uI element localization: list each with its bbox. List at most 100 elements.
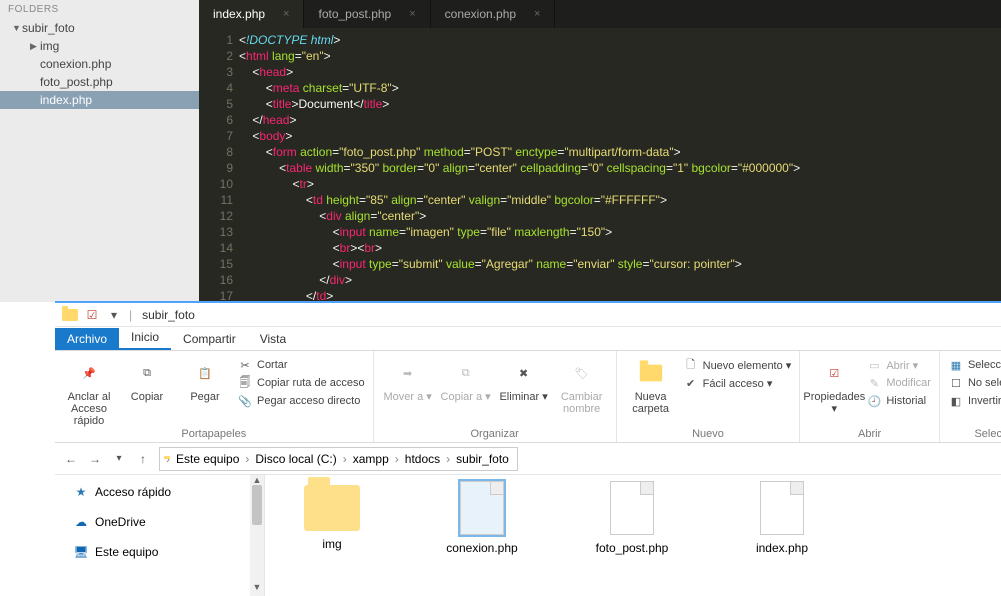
delete-button[interactable]: ✖Eliminar ▾ — [498, 355, 550, 403]
folder-icon — [635, 357, 667, 389]
tree-folder-img[interactable]: ▶ img — [0, 37, 199, 55]
tree-label: subir_foto — [22, 21, 75, 35]
breadcrumb[interactable]: › Este equipo› Disco local (C:)› xampp› … — [159, 447, 518, 471]
ribbon-group-portapapeles: 📌 Anclar al Acceso rápido ⧉ Copiar 📋 Peg… — [55, 351, 374, 442]
tab-fotopost[interactable]: foto_post.php × — [304, 0, 430, 28]
nav-este-equipo[interactable]: 🖥Este equipo — [55, 541, 264, 563]
sidebar-title: FOLDERS — [0, 0, 199, 19]
easy-access-button[interactable]: ✔Fácil acceso ▾ — [683, 375, 792, 391]
new-item-icon: 🗋 — [683, 357, 699, 373]
move-icon: ➡ — [392, 357, 424, 389]
open-icon: ▭ — [866, 357, 882, 373]
new-item-button[interactable]: 🗋Nuevo elemento ▾ — [683, 357, 792, 373]
tree-label: img — [40, 39, 59, 53]
ribbontab-archivo[interactable]: Archivo — [55, 328, 119, 350]
tree-file-fotopost[interactable]: foto_post.php — [0, 73, 199, 91]
file-item-index[interactable]: index.php — [737, 481, 827, 596]
tab-conexion[interactable]: conexion.php × — [431, 0, 556, 28]
copy-path-icon: 🗐 — [237, 375, 253, 391]
close-icon[interactable]: × — [534, 8, 540, 20]
copy-to-icon: ⧉ — [450, 357, 482, 389]
scissors-icon: ✂ — [237, 357, 253, 373]
properties-icon: ☑ — [818, 357, 850, 389]
select-none-icon: ☐ — [948, 375, 964, 391]
ribbon-group-abrir: ☑Propiedades ▾ ▭Abrir ▾ ✎Modificar 🕘Hist… — [800, 351, 940, 442]
paste-icon: 📋 — [189, 357, 221, 389]
tab-label: index.php — [213, 7, 265, 21]
editor-main: index.php × foto_post.php × conexion.php… — [199, 0, 1001, 302]
cloud-icon: ☁ — [73, 514, 89, 530]
tree-label: conexion.php — [40, 57, 111, 71]
crumb-este-equipo[interactable]: Este equipo — [172, 452, 243, 466]
file-explorer-window: ☑ ▾ | subir_foto Archivo Inicio Comparti… — [55, 302, 1001, 595]
ribbon-group-seleccionar: ▦Seleccionar todo ☐No seleccionar nin ◧I… — [940, 351, 1001, 442]
nav-onedrive[interactable]: ☁OneDrive — [55, 511, 264, 533]
edit-button[interactable]: ✎Modificar — [866, 375, 931, 391]
open-button[interactable]: ▭Abrir ▾ — [866, 357, 931, 373]
select-none-button[interactable]: ☐No seleccionar nin — [948, 375, 1001, 391]
tree-folder-root[interactable]: ▼ subir_foto — [0, 19, 199, 37]
pin-icon: 📌 — [73, 357, 105, 389]
copy-button[interactable]: ⧉ Copiar — [121, 355, 173, 403]
history-button[interactable]: 🕘Historial — [866, 393, 931, 409]
file-icon — [610, 481, 654, 535]
scroll-thumb[interactable] — [252, 485, 262, 525]
rename-button[interactable]: 🏷Cambiar nombre — [556, 355, 608, 415]
new-folder-button[interactable]: Nueva carpeta — [625, 355, 677, 415]
crumb-htdocs[interactable]: htdocs — [401, 452, 444, 466]
invert-selection-button[interactable]: ◧Invertir selección — [948, 393, 1001, 409]
copy-to-button[interactable]: ⧉Copiar a ▾ — [440, 355, 492, 403]
tree-file-index[interactable]: index.php — [0, 91, 199, 109]
code-area[interactable]: 123456789101112131415161718 <!DOCTYPE ht… — [199, 28, 1001, 320]
tab-label: conexion.php — [445, 7, 516, 21]
nav-quick-access[interactable]: ★Acceso rápido — [55, 481, 264, 503]
window-title: subir_foto — [142, 308, 195, 322]
nav-back-button[interactable]: ← — [63, 452, 79, 466]
code-lines[interactable]: <!DOCTYPE html><html lang="en"> <head> <… — [239, 28, 1001, 320]
properties-button[interactable]: ☑Propiedades ▾ — [808, 355, 860, 415]
close-icon[interactable]: × — [283, 8, 289, 20]
tree-label: index.php — [40, 93, 92, 107]
pc-icon: 🖥 — [73, 544, 89, 560]
pin-button[interactable]: 📌 Anclar al Acceso rápido — [63, 355, 115, 427]
navpane-scrollbar[interactable]: ▲ ▼ — [250, 475, 264, 596]
cut-button[interactable]: ✂Cortar — [237, 357, 365, 373]
ribbontab-vista[interactable]: Vista — [248, 328, 298, 350]
nav-pane: ★Acceso rápido ☁OneDrive 🖥Este equipo ▲ … — [55, 475, 265, 596]
file-icon — [760, 481, 804, 535]
ribbontab-compartir[interactable]: Compartir — [171, 328, 248, 350]
ribbontab-inicio[interactable]: Inicio — [119, 326, 171, 350]
dropdown-icon[interactable]: ▾ — [106, 307, 122, 323]
paste-shortcut-button[interactable]: 📎Pegar acceso directo — [237, 393, 365, 409]
select-all-icon: ▦ — [948, 357, 964, 373]
invert-icon: ◧ — [948, 393, 964, 409]
nav-recent-button[interactable]: ▾ — [111, 453, 127, 464]
file-item-conexion[interactable]: conexion.php — [437, 481, 527, 596]
address-bar: ← → ▾ ↑ › Este equipo› Disco local (C:)›… — [55, 443, 1001, 475]
quick-access-icon[interactable]: ☑ — [84, 307, 100, 323]
explorer-titlebar[interactable]: ☑ ▾ | subir_foto — [55, 303, 1001, 327]
file-pane[interactable]: img conexion.php foto_post.php index.php — [265, 475, 1001, 596]
crumb-disco-c[interactable]: Disco local (C:) — [251, 452, 340, 466]
nav-forward-button[interactable]: → — [87, 452, 103, 466]
ribbon: 📌 Anclar al Acceso rápido ⧉ Copiar 📋 Peg… — [55, 351, 1001, 443]
select-all-button[interactable]: ▦Seleccionar todo — [948, 357, 1001, 373]
nav-up-button[interactable]: ↑ — [135, 452, 151, 466]
scroll-down-icon[interactable]: ▼ — [250, 582, 264, 596]
folder-icon — [62, 307, 78, 323]
tree-file-conexion[interactable]: conexion.php — [0, 55, 199, 73]
crumb-xampp[interactable]: xampp — [349, 452, 393, 466]
file-item-img[interactable]: img — [287, 481, 377, 596]
crumb-subirfoto[interactable]: subir_foto — [452, 452, 513, 466]
file-item-fotopost[interactable]: foto_post.php — [587, 481, 677, 596]
editor-sidebar: FOLDERS ▼ subir_foto ▶ img conexion.php … — [0, 0, 199, 302]
close-icon[interactable]: × — [409, 8, 415, 20]
star-icon: ★ — [73, 484, 89, 500]
line-gutter: 123456789101112131415161718 — [199, 28, 239, 320]
copy-path-button[interactable]: 🗐Copiar ruta de acceso — [237, 375, 365, 391]
tab-index[interactable]: index.php × — [199, 0, 304, 28]
easy-access-icon: ✔ — [683, 375, 699, 391]
paste-button[interactable]: 📋 Pegar — [179, 355, 231, 403]
rename-icon: 🏷 — [566, 357, 598, 389]
move-to-button[interactable]: ➡Mover a ▾ — [382, 355, 434, 403]
